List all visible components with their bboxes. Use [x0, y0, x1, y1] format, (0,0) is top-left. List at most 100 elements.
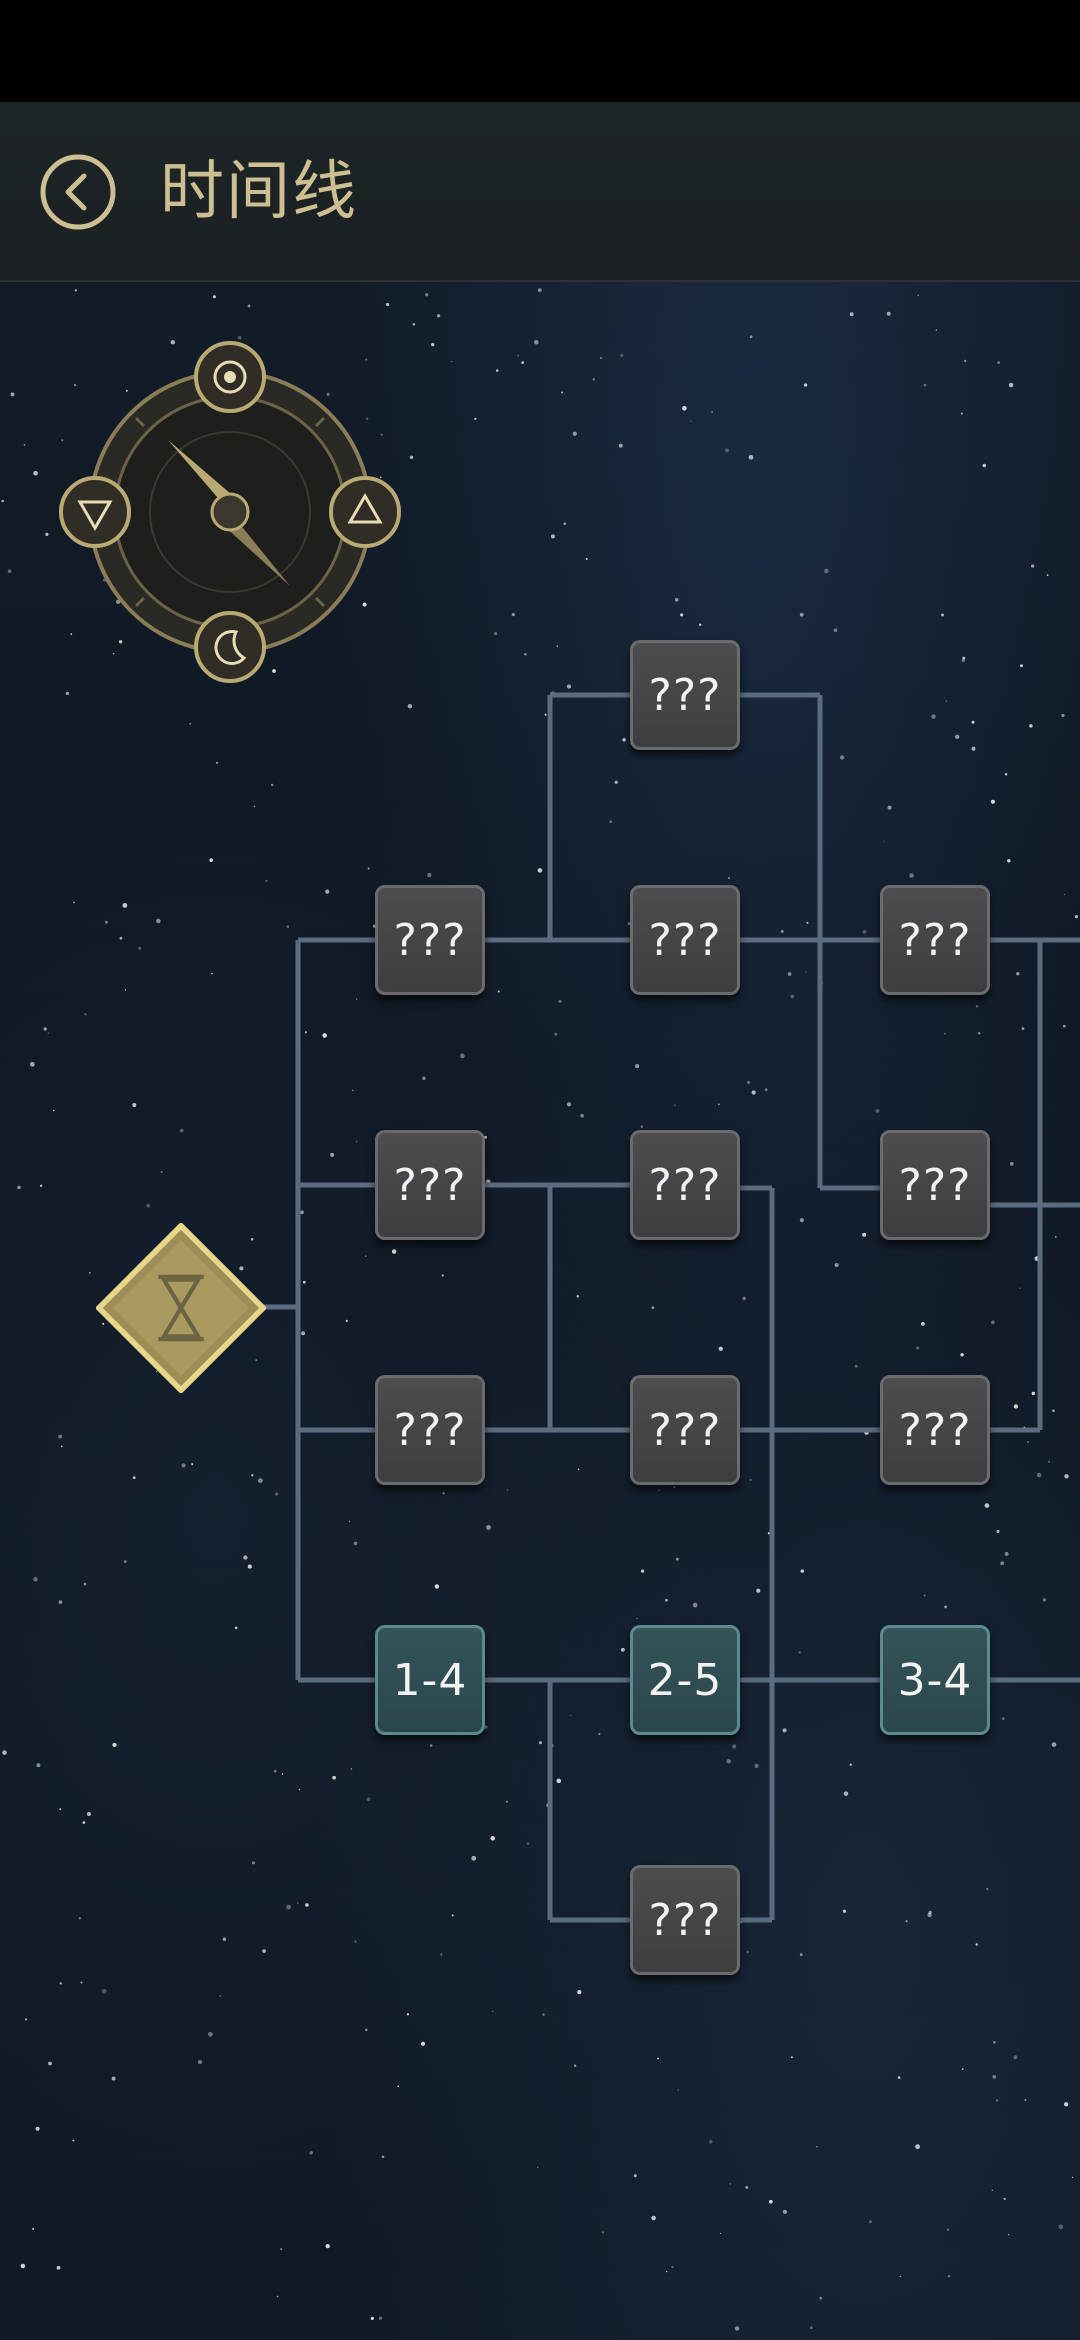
star: [992, 2075, 997, 2079]
timeline-node-locked[interactable]: ???: [880, 1130, 990, 1240]
star: [909, 873, 914, 878]
star: [1062, 1024, 1066, 1028]
star: [112, 1742, 117, 1748]
compass-top-button[interactable]: [194, 341, 266, 413]
star: [505, 1800, 509, 1803]
timeline-node-locked[interactable]: ???: [630, 1375, 740, 1485]
star: [869, 2220, 872, 2224]
star: [511, 612, 515, 617]
star: [749, 1478, 752, 1481]
star: [1051, 1742, 1057, 1747]
star: [819, 2296, 823, 2300]
timeline-node-locked[interactable]: ???: [630, 1865, 740, 1975]
star: [59, 1982, 63, 1985]
star: [1046, 574, 1049, 576]
star: [322, 1033, 327, 1038]
star: [798, 1651, 801, 1654]
star: [651, 2215, 656, 2221]
star: [253, 805, 256, 807]
star: [406, 2013, 410, 2016]
star: [748, 454, 754, 460]
star: [640, 1125, 643, 1128]
star: [348, 1520, 351, 1523]
star: [191, 1463, 194, 1466]
star: [671, 2265, 674, 2269]
star: [941, 613, 944, 617]
star: [495, 369, 499, 372]
star: [916, 1346, 920, 1350]
star: [658, 1489, 660, 1492]
star: [725, 448, 729, 453]
star: [83, 1582, 87, 1586]
compass-right-button[interactable]: [329, 476, 401, 548]
compass-bottom-button[interactable]: [194, 611, 266, 683]
star: [676, 1557, 679, 1561]
star: [367, 867, 370, 870]
star: [179, 1128, 184, 1133]
star: [407, 703, 413, 709]
star: [577, 1990, 582, 1995]
timeline-node-locked[interactable]: ???: [375, 1375, 485, 1485]
star: [975, 1943, 978, 1946]
star: [1031, 1391, 1035, 1396]
star: [1, 499, 5, 503]
star: [754, 1763, 759, 1768]
star: [577, 1468, 580, 1471]
timeline-node-locked[interactable]: ???: [630, 885, 740, 995]
star: [711, 411, 713, 413]
timeline-start-node[interactable]: [96, 1223, 266, 1393]
star: [923, 383, 927, 387]
star: [247, 304, 251, 308]
star: [124, 989, 127, 991]
star: [971, 746, 976, 751]
timeline-screen: 时间线 ??? ??? ??? 1-4 ??? ??? ??? ??? 2-5 …: [0, 0, 1080, 2340]
timeline-node-3-4[interactable]: 3-4: [880, 1625, 990, 1735]
star: [1061, 713, 1065, 717]
timeline-node-locked[interactable]: ???: [630, 1130, 740, 1240]
star: [692, 1602, 698, 1608]
timeline-node-locked[interactable]: ???: [880, 1375, 990, 1485]
star: [78, 1917, 82, 1920]
star: [1027, 1441, 1029, 1443]
timeline-node-locked[interactable]: ???: [630, 640, 740, 750]
compass-left-button[interactable]: [59, 476, 131, 548]
star: [764, 1088, 768, 1092]
timeline-node-2-5[interactable]: 2-5: [630, 1625, 740, 1735]
star: [517, 354, 520, 357]
star: [48, 2061, 52, 2066]
star: [1055, 1236, 1057, 1238]
star: [843, 1791, 849, 1796]
star: [251, 1474, 254, 1477]
star: [1029, 724, 1033, 728]
star: [592, 377, 596, 381]
star: [86, 1811, 91, 1817]
star: [1063, 2102, 1069, 2107]
star: [1007, 2233, 1010, 2236]
timeline-node-locked[interactable]: ???: [375, 885, 485, 995]
star: [160, 1170, 163, 1174]
star: [309, 2150, 313, 2155]
timeline-node-locked[interactable]: ???: [880, 885, 990, 995]
star: [734, 2326, 740, 2331]
star: [620, 353, 624, 357]
star: [251, 1861, 256, 1865]
star: [105, 920, 108, 924]
star: [431, 342, 435, 347]
star: [29, 1061, 35, 1067]
star: [931, 714, 936, 719]
connector-lines: [262, 692, 1080, 1923]
timeline-node-1-4[interactable]: 1-4: [375, 1625, 485, 1735]
star: [732, 1744, 737, 1749]
star: [209, 858, 213, 862]
star: [566, 1102, 572, 1107]
star: [409, 455, 414, 459]
star: [397, 2085, 400, 2088]
star: [345, 1319, 348, 1323]
star: [10, 392, 15, 397]
star: [58, 1434, 62, 1439]
timeline-node-locked[interactable]: ???: [375, 1130, 485, 1240]
star: [330, 1152, 335, 1157]
star: [990, 799, 995, 804]
star: [996, 1529, 1000, 1533]
star: [20, 2263, 26, 2269]
